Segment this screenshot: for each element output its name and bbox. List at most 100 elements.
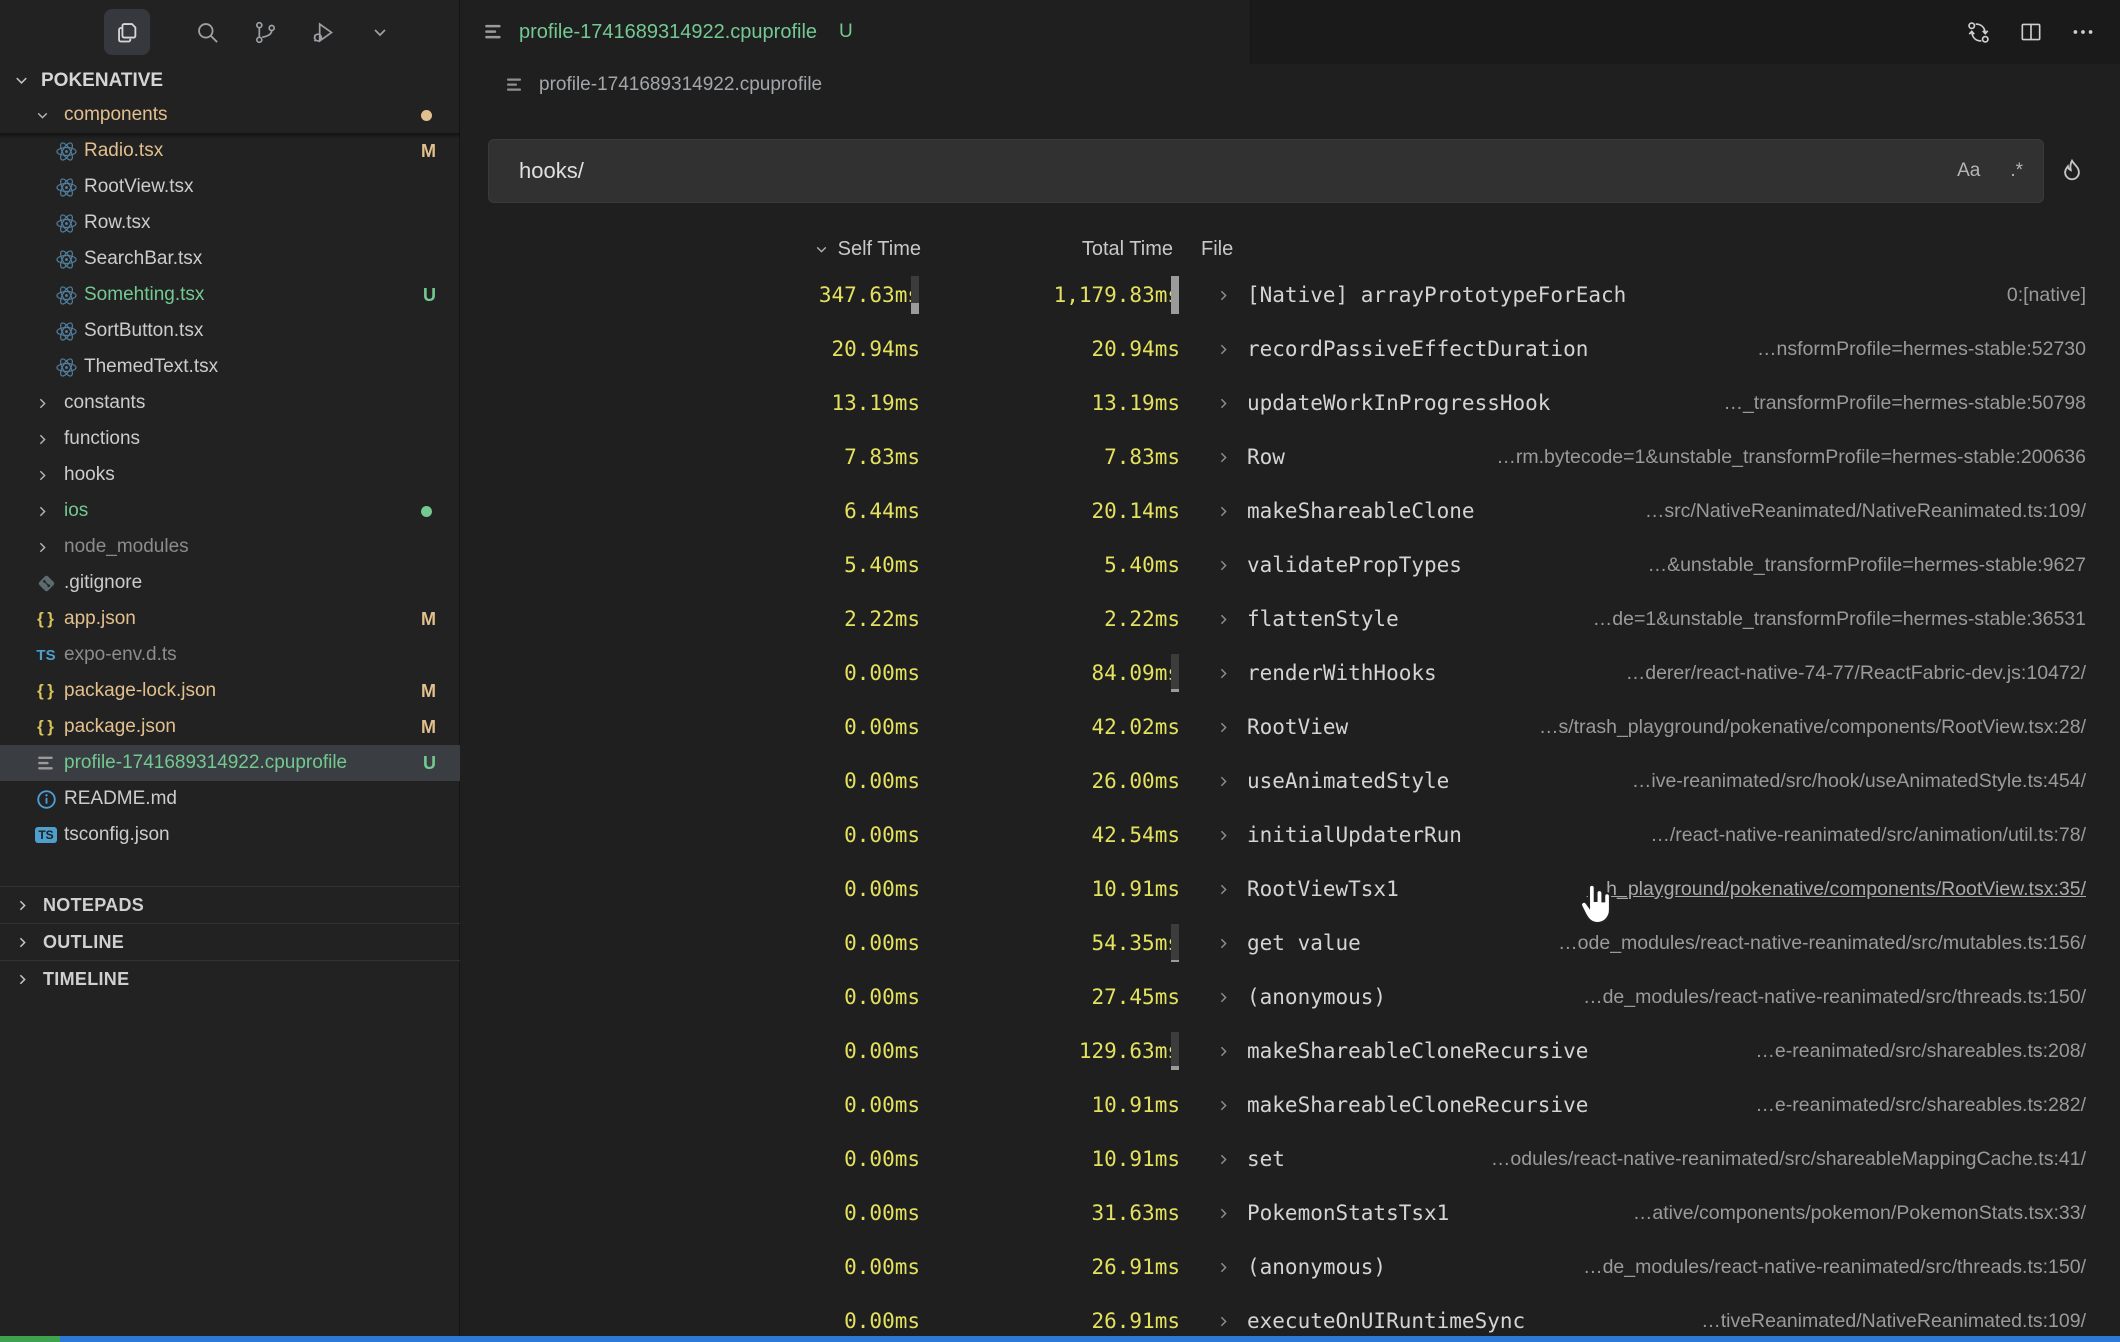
file-location-link[interactable]: …/react-native-reanimated/src/animation/… bbox=[1650, 808, 2086, 862]
status-main-segment[interactable] bbox=[60, 1336, 2120, 1342]
profile-row-makeshareableclonerecursive[interactable]: 0.00ms129.63msmakeShareableCloneRecursiv… bbox=[461, 1024, 2120, 1078]
profile-row-validateproptypes[interactable]: 5.40ms5.40msvalidatePropTypes…&unstable_… bbox=[461, 538, 2120, 592]
file-location-link[interactable]: …e-reanimated/src/shareables.ts:282/ bbox=[1755, 1078, 2086, 1132]
profile-row-flattenstyle[interactable]: 2.22ms2.22msflattenStyle…de=1&unstable_t… bbox=[461, 592, 2120, 646]
profile-row-rootviewtsx1[interactable]: 0.00ms10.91msRootViewTsx1…h_playground/p… bbox=[461, 862, 2120, 916]
profile-row-rootview[interactable]: 0.00ms42.02msRootView…s/trash_playground… bbox=[461, 700, 2120, 754]
tree-file-readme-md[interactable]: README.md bbox=[0, 781, 460, 817]
profile-row-renderwithhooks[interactable]: 0.00ms84.09msrenderWithHooks…derer/react… bbox=[461, 646, 2120, 700]
panel-outline[interactable]: OUTLINE bbox=[0, 923, 460, 960]
tree-folder-components[interactable]: components bbox=[0, 97, 460, 133]
split-editor-icon[interactable] bbox=[2018, 19, 2044, 45]
file-location-link[interactable]: …de_modules/react-native-reanimated/src/… bbox=[1583, 1240, 2086, 1294]
profile-row-anonymous[interactable]: 0.00ms26.91ms(anonymous)…de_modules/reac… bbox=[461, 1240, 2120, 1294]
expand-chevron-icon[interactable] bbox=[1215, 700, 1232, 754]
expand-chevron-icon[interactable] bbox=[1215, 646, 1232, 700]
tree-file-app-json[interactable]: { }app.jsonM bbox=[0, 601, 460, 637]
expand-chevron-icon[interactable] bbox=[1215, 430, 1232, 484]
tree-file-themedtext-tsx[interactable]: ThemedText.tsx bbox=[0, 349, 460, 385]
tree-folder-hooks[interactable]: hooks bbox=[0, 457, 460, 493]
tree-file-searchbar-tsx[interactable]: SearchBar.tsx bbox=[0, 241, 460, 277]
tree-file-gitignore[interactable]: .gitignore bbox=[0, 565, 460, 601]
expand-chevron-icon[interactable] bbox=[1215, 322, 1232, 376]
tree-folder-constants[interactable]: constants bbox=[0, 385, 460, 421]
panel-timeline[interactable]: TIMELINE bbox=[0, 960, 460, 997]
match-case-button[interactable]: Aa bbox=[1953, 158, 1984, 184]
file-location-link[interactable]: …_transformProfile=hermes-stable:50798 bbox=[1723, 376, 2086, 430]
file-location-link[interactable]: …derer/react-native-74-77/ReactFabric-de… bbox=[1626, 646, 2086, 700]
expand-chevron-icon[interactable] bbox=[1215, 1078, 1232, 1132]
profile-row-native-arrayprototypeforeach[interactable]: 347.63ms1,179.83ms[Native] arrayPrototyp… bbox=[461, 268, 2120, 322]
expand-chevron-icon[interactable] bbox=[1215, 808, 1232, 862]
file-location-link[interactable]: 0:[native] bbox=[2007, 268, 2086, 322]
profile-row-initialupdaterrun[interactable]: 0.00ms42.54msinitialUpdaterRun…/react-na… bbox=[461, 808, 2120, 862]
file-location-link[interactable]: …nsformProfile=hermes-stable:52730 bbox=[1757, 322, 2086, 376]
tree-folder-node-modules[interactable]: node_modules bbox=[0, 529, 460, 565]
file-location-link[interactable]: …odules/react-native-reanimated/src/shar… bbox=[1491, 1132, 2086, 1186]
tab-cpuprofile[interactable]: profile-1741689314922.cpuprofile U bbox=[461, 0, 1251, 64]
more-actions-icon[interactable] bbox=[2070, 19, 2096, 45]
flame-graph-icon[interactable] bbox=[2052, 152, 2092, 192]
debug-icon[interactable] bbox=[299, 9, 345, 55]
regex-button[interactable]: .* bbox=[2006, 158, 2027, 184]
file-location-link[interactable]: …h_playground/pokenative/components/Root… bbox=[1587, 862, 2086, 916]
breadcrumb[interactable]: profile-1741689314922.cpuprofile bbox=[461, 64, 2120, 106]
file-location-link[interactable]: …ode_modules/react-native-reanimated/src… bbox=[1558, 916, 2086, 970]
expand-chevron-icon[interactable] bbox=[1215, 1186, 1232, 1240]
tree-file-package-json[interactable]: { }package.jsonM bbox=[0, 709, 460, 745]
profile-row-makeshareableclonerecursive[interactable]: 0.00ms10.91msmakeShareableCloneRecursive… bbox=[461, 1078, 2120, 1132]
expand-chevron-icon[interactable] bbox=[1215, 1240, 1232, 1294]
expand-chevron-icon[interactable] bbox=[1215, 1294, 1232, 1337]
column-file[interactable]: File bbox=[1201, 232, 1233, 266]
file-location-link[interactable]: …de=1&unstable_transformProfile=hermes-s… bbox=[1593, 592, 2086, 646]
search-icon[interactable] bbox=[184, 9, 230, 55]
expand-chevron-icon[interactable] bbox=[1215, 376, 1232, 430]
file-location-link[interactable]: …s/trash_playground/pokenative/component… bbox=[1539, 700, 2086, 754]
file-location-link[interactable]: …&unstable_transformProfile=hermes-stabl… bbox=[1648, 538, 2086, 592]
source-control-icon[interactable] bbox=[242, 9, 288, 55]
expand-chevron-icon[interactable] bbox=[1215, 268, 1232, 322]
file-location-link[interactable]: …rm.bytecode=1&unstable_transformProfile… bbox=[1496, 430, 2086, 484]
tree-file-somehting-tsx[interactable]: Somehting.tsxU bbox=[0, 277, 460, 313]
file-location-link[interactable]: …e-reanimated/src/shareables.ts:208/ bbox=[1755, 1024, 2086, 1078]
expand-chevron-icon[interactable] bbox=[1215, 862, 1232, 916]
profile-row-anonymous[interactable]: 0.00ms27.45ms(anonymous)…de_modules/reac… bbox=[461, 970, 2120, 1024]
profile-row-updateworkinprogresshook[interactable]: 13.19ms13.19msupdateWorkInProgressHook…_… bbox=[461, 376, 2120, 430]
profile-row-row[interactable]: 7.83ms7.83msRow…rm.bytecode=1&unstable_t… bbox=[461, 430, 2120, 484]
filter-input[interactable]: hooks/ Aa .* bbox=[488, 139, 2044, 203]
tree-folder-functions[interactable]: functions bbox=[0, 421, 460, 457]
profile-row-executeonuiruntimesync[interactable]: 0.00ms26.91msexecuteOnUIRuntimeSync…tive… bbox=[461, 1294, 2120, 1337]
column-self-time[interactable]: Self Time bbox=[813, 232, 921, 266]
tree-file-tsconfig-json[interactable]: TStsconfig.json bbox=[0, 817, 460, 853]
chevron-down-icon[interactable] bbox=[357, 9, 403, 55]
tree-folder-ios[interactable]: ios bbox=[0, 493, 460, 529]
explorer-icon[interactable] bbox=[104, 9, 150, 55]
tree-file-rootview-tsx[interactable]: RootView.tsx bbox=[0, 169, 460, 205]
tree-file-row-tsx[interactable]: Row.tsx bbox=[0, 205, 460, 241]
expand-chevron-icon[interactable] bbox=[1215, 592, 1232, 646]
profile-row-makeshareableclone[interactable]: 6.44ms20.14msmakeShareableClone…src/Nati… bbox=[461, 484, 2120, 538]
file-location-link[interactable]: …de_modules/react-native-reanimated/src/… bbox=[1583, 970, 2086, 1024]
tree-file-expo-env-d-ts[interactable]: TSexpo-env.d.ts bbox=[0, 637, 460, 673]
expand-chevron-icon[interactable] bbox=[1215, 484, 1232, 538]
expand-chevron-icon[interactable] bbox=[1215, 970, 1232, 1024]
tree-file-sortbutton-tsx[interactable]: SortButton.tsx bbox=[0, 313, 460, 349]
open-changes-icon[interactable] bbox=[1965, 19, 1992, 46]
project-section-header[interactable]: POKENATIVE bbox=[0, 64, 460, 97]
profile-row-get-value[interactable]: 0.00ms54.35msget value…ode_modules/react… bbox=[461, 916, 2120, 970]
tree-file-profile-1741689314922-cpuprofile[interactable]: profile-1741689314922.cpuprofileU bbox=[0, 745, 460, 781]
expand-chevron-icon[interactable] bbox=[1215, 754, 1232, 808]
expand-chevron-icon[interactable] bbox=[1215, 1132, 1232, 1186]
status-remote-segment[interactable] bbox=[0, 1336, 60, 1342]
profile-row-useanimatedstyle[interactable]: 0.00ms26.00msuseAnimatedStyle…ive-reanim… bbox=[461, 754, 2120, 808]
file-location-link[interactable]: …ative/components/pokemon/PokemonStats.t… bbox=[1633, 1186, 2086, 1240]
tree-file-package-lock-json[interactable]: { }package-lock.jsonM bbox=[0, 673, 460, 709]
file-location-link[interactable]: …tiveReanimated/NativeReanimated.ts:109/ bbox=[1701, 1294, 2086, 1337]
expand-chevron-icon[interactable] bbox=[1215, 538, 1232, 592]
profile-row-recordpassiveeffectduration[interactable]: 20.94ms20.94msrecordPassiveEffectDuratio… bbox=[461, 322, 2120, 376]
tree-file-radio-tsx[interactable]: Radio.tsxM bbox=[0, 133, 460, 169]
expand-chevron-icon[interactable] bbox=[1215, 1024, 1232, 1078]
file-location-link[interactable]: …ive-reanimated/src/hook/useAnimatedStyl… bbox=[1632, 754, 2086, 808]
panel-notepads[interactable]: NOTEPADS bbox=[0, 886, 460, 923]
profile-row-set[interactable]: 0.00ms10.91msset…odules/react-native-rea… bbox=[461, 1132, 2120, 1186]
